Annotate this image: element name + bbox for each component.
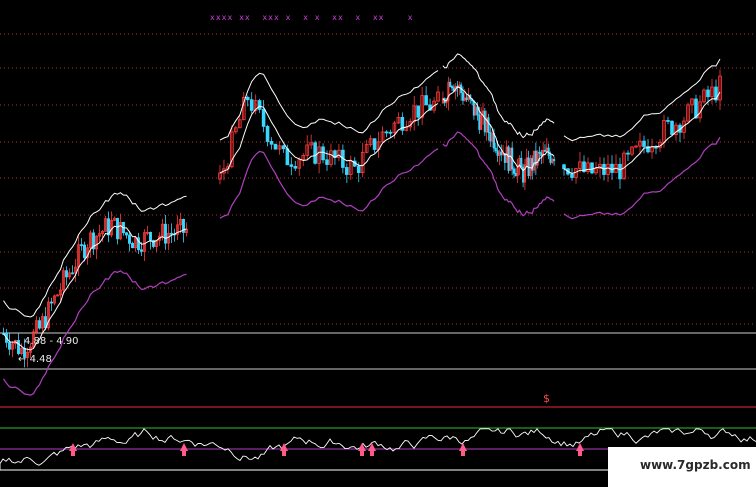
candle-body: [706, 89, 710, 98]
candle-body: [487, 117, 490, 133]
candle-body: [449, 81, 452, 87]
candle-body: [507, 146, 510, 171]
candle-body: [478, 114, 481, 130]
signal-arrow: [69, 443, 77, 456]
watermark-text: www.7gpzb.com: [640, 458, 751, 472]
candle-body: [265, 125, 270, 142]
signal-arrow: [358, 443, 366, 456]
candle-body: [281, 145, 286, 150]
candle-body: [285, 148, 290, 166]
candle-body: [116, 217, 119, 240]
candle-body: [514, 173, 517, 177]
candle-body: [461, 92, 464, 101]
price-low-label: ← 4.48: [18, 354, 52, 365]
candle-body: [293, 166, 298, 169]
candle-body: [562, 164, 566, 170]
candle-body: [388, 131, 393, 134]
candlestick-chart: [0, 33, 756, 471]
candle-body: [626, 152, 630, 155]
signal-arrow: [180, 443, 188, 456]
candle-body: [416, 105, 420, 118]
candle-body: [694, 98, 698, 119]
candle-body: [321, 146, 325, 161]
candle-body: [450, 86, 454, 89]
candle-body: [590, 162, 594, 174]
signal-arrow: [280, 443, 288, 456]
candle-body: [384, 131, 389, 134]
top-markers: xxxx xx xxx x x x xx x xx x: [210, 13, 414, 22]
candle-body: [654, 146, 658, 149]
candle-body: [261, 108, 266, 127]
candle-body: [472, 100, 475, 116]
candle-body: [325, 159, 329, 165]
candle-body: [538, 151, 541, 154]
price-range-label: 4.88 - 4.90: [24, 336, 79, 347]
candle-body: [257, 100, 262, 110]
candle-body: [356, 165, 361, 173]
price-low-value: 4.48: [29, 354, 52, 365]
candle-body: [149, 231, 152, 241]
candle-body: [670, 120, 674, 135]
candle-body: [424, 95, 428, 106]
candle-body: [543, 149, 547, 152]
watermark: www.7gpzb.com: [608, 447, 756, 487]
upper-band-line: [3, 192, 187, 318]
candle-body: [500, 151, 503, 156]
indicator-marker: $: [543, 392, 550, 405]
candle-body: [520, 157, 523, 168]
candle-body: [570, 173, 574, 178]
candle-body: [618, 163, 622, 180]
upper-band-line: [442, 53, 555, 139]
candle-body: [38, 320, 41, 329]
candle-body: [125, 232, 128, 236]
candle-body: [131, 242, 134, 249]
candle-body: [496, 150, 499, 156]
signal-arrow: [459, 443, 467, 456]
candle-body: [666, 120, 670, 122]
candle-body: [483, 110, 486, 133]
candle-body: [345, 167, 349, 175]
candle-body: [17, 340, 20, 354]
moving-average-line: [219, 103, 439, 174]
candle-body: [489, 132, 492, 142]
candle-body: [128, 234, 131, 244]
candle-body: [170, 232, 173, 235]
candle-body: [245, 96, 250, 101]
candle-body: [642, 140, 646, 147]
moving-average-line: [3, 225, 187, 351]
candle-body: [494, 147, 497, 152]
candle-body: [50, 301, 53, 304]
candle-body: [249, 99, 254, 111]
candle-body: [8, 341, 11, 350]
candle-body: [465, 97, 468, 101]
candle-body: [71, 272, 74, 275]
candle-body: [512, 168, 516, 174]
signal-arrow: [576, 443, 584, 456]
candle-body: [372, 138, 377, 150]
candle-body: [140, 249, 143, 252]
candle-body: [313, 142, 317, 164]
chart-area: xxxx xx xxx x x x xx x xx x 4.88 - 4.90 …: [0, 0, 756, 487]
candle-body: [610, 163, 614, 173]
candle-body: [540, 152, 543, 157]
candle-body: [83, 244, 86, 259]
candle-body: [80, 244, 83, 247]
candle-body: [553, 159, 556, 162]
candle-body: [269, 141, 274, 145]
lower-band-line: [219, 148, 439, 219]
candle-body: [549, 154, 552, 163]
candle-body: [164, 223, 167, 244]
candle-body: [65, 270, 68, 278]
candle-body: [273, 143, 278, 150]
candle-body: [289, 164, 294, 167]
